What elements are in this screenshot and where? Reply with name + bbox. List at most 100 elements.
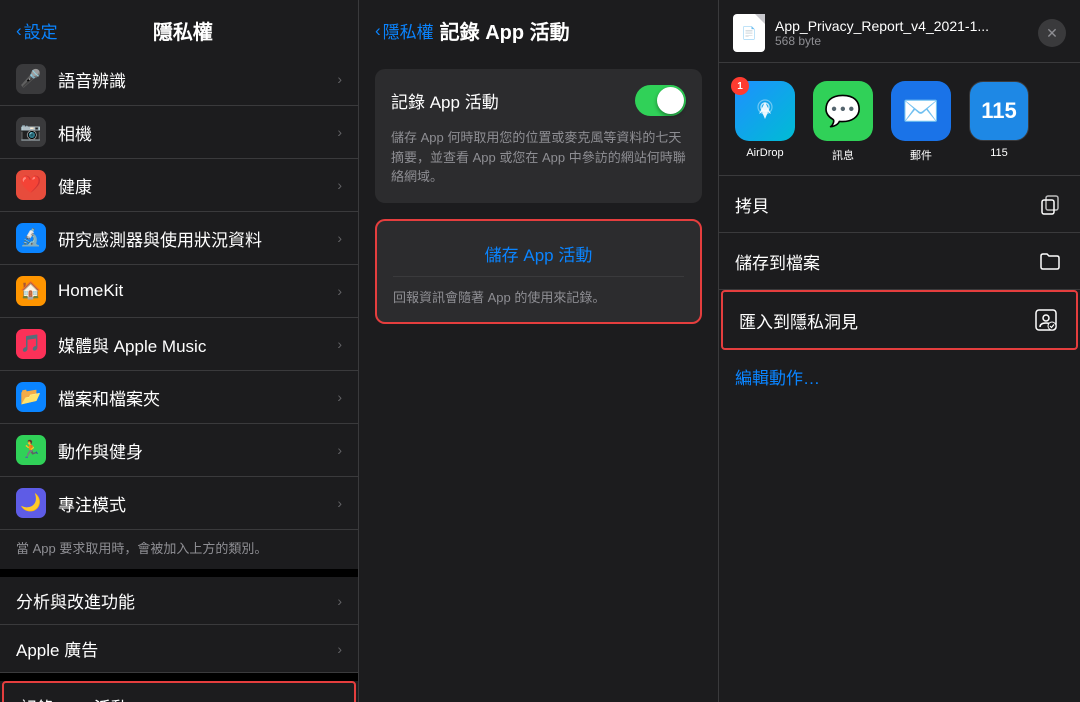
menu-item-voice[interactable]: 🎤 語音辨識 › — [0, 53, 358, 106]
edit-actions-item[interactable]: 編輯動作… — [719, 350, 1080, 403]
menu-item-focus[interactable]: 🌙 專注模式 › — [0, 477, 358, 530]
mid-content: 記錄 App 活動 儲存 App 何時取用您的位置或麥克風等資料的七天摘要，並查… — [359, 53, 718, 702]
mid-chevron-icon: ‹ — [375, 21, 381, 41]
file-name: App_Privacy_Report_v4_2021-1... — [775, 18, 1028, 34]
chevron-icon: › — [337, 593, 342, 609]
menu-item-files[interactable]: 📂 檔案和檔案夾 › — [0, 371, 358, 424]
save-btn-section: 儲存 App 活動 回報資訊會隨著 App 的使用來記錄。 — [375, 219, 702, 324]
action-copy[interactable]: 拷貝 — [719, 176, 1080, 233]
toggle-row: 記錄 App 活動 — [391, 85, 686, 116]
share-115[interactable]: 115 115 — [969, 81, 1029, 163]
media-icon: 🎵 — [16, 329, 46, 359]
left-title: 隱私權 — [64, 16, 302, 45]
menu-item-health[interactable]: ❤️ 健康 › — [0, 159, 358, 212]
menu-label-camera: 相機 — [58, 120, 337, 145]
mid-back-button[interactable]: ‹ 隱私權 — [375, 18, 434, 43]
privacy-insight-icon — [1032, 306, 1060, 334]
action-save-files[interactable]: 儲存到檔案 — [719, 233, 1080, 290]
photo115-text: 115 — [981, 98, 1017, 124]
toggle-knob — [657, 87, 684, 114]
left-menu-list: 🎤 語音辨識 › 📷 相機 › ❤️ 健康 › 🔬 研究感測器與使用狀況資料 ›… — [0, 53, 358, 702]
record-toggle[interactable] — [635, 85, 686, 116]
menu-label-focus: 專注模式 — [58, 491, 337, 516]
action-import-privacy-label: 匯入到隱私洞見 — [739, 308, 1032, 333]
camera-icon: 📷 — [16, 117, 46, 147]
section-divider-2 — [0, 673, 358, 681]
copy-icon — [1036, 190, 1064, 218]
share-mail[interactable]: ✉️ 郵件 — [891, 81, 951, 163]
action-copy-label: 拷貝 — [735, 192, 1036, 217]
left-back-label: 設定 — [24, 18, 58, 43]
action-list: 拷貝 儲存到檔案 匯入到隱私洞見 — [719, 176, 1080, 702]
file-size: 568 byte — [775, 34, 1028, 48]
menu-item-analytics[interactable]: 分析與改進功能 › — [0, 577, 358, 625]
menu-item-media[interactable]: 🎵 媒體與 Apple Music › — [0, 318, 358, 371]
toggle-description: 儲存 App 何時取用您的位置或麥克風等資料的七天摘要，並查看 App 或您在 … — [391, 128, 686, 187]
share-messages[interactable]: 💬 訊息 — [813, 81, 873, 163]
mid-back-label: 隱私權 — [383, 18, 434, 43]
badge-1: 1 — [731, 77, 749, 95]
menu-label-homekit: HomeKit — [58, 281, 337, 301]
chevron-icon: › — [337, 495, 342, 511]
menu-label-motion: 動作與健身 — [58, 438, 337, 463]
mail-label: 郵件 — [910, 147, 932, 163]
menu-label-ads: Apple 廣告 — [16, 636, 337, 661]
chevron-icon: › — [337, 283, 342, 299]
file-icon: 📄 — [733, 14, 765, 52]
health-icon: ❤️ — [16, 170, 46, 200]
menu-item-homekit[interactable]: 🏠 HomeKit › — [0, 265, 358, 318]
airdrop-icon: 1 — [735, 81, 795, 141]
menu-item-record-app[interactable]: 記錄 App 活動 › — [2, 681, 356, 702]
chevron-icon: › — [333, 699, 338, 702]
save-app-activity-button[interactable]: 儲存 App 活動 — [393, 237, 684, 277]
menu-label-media: 媒體與 Apple Music — [58, 332, 337, 357]
mid-header: ‹ 隱私權 記錄 App 活動 — [359, 0, 718, 53]
research-icon: 🔬 — [16, 223, 46, 253]
voice-icon: 🎤 — [16, 64, 46, 94]
action-import-privacy[interactable]: 匯入到隱私洞見 — [721, 290, 1078, 350]
mid-panel: ‹ 隱私權 記錄 App 活動 記錄 App 活動 儲存 App 何時取用您的位… — [358, 0, 718, 702]
chevron-icon: › — [337, 336, 342, 352]
menu-label-analytics: 分析與改進功能 — [16, 588, 337, 613]
photo115-label: 115 — [990, 147, 1008, 159]
chevron-icon: › — [337, 641, 342, 657]
messages-label: 訊息 — [832, 147, 854, 163]
chevron-icon: › — [337, 442, 342, 458]
messages-emoji: 💬 — [824, 94, 861, 129]
toggle-label: 記錄 App 活動 — [391, 88, 499, 113]
close-button[interactable]: ✕ — [1038, 19, 1066, 47]
menu-label-files: 檔案和檔案夾 — [58, 385, 337, 410]
chevron-icon: › — [337, 71, 342, 87]
chevron-icon: › — [337, 177, 342, 193]
menu-item-camera[interactable]: 📷 相機 › — [0, 106, 358, 159]
menu-item-research[interactable]: 🔬 研究感測器與使用狀況資料 › — [0, 212, 358, 265]
focus-icon: 🌙 — [16, 488, 46, 518]
file-info: App_Privacy_Report_v4_2021-1... 568 byte — [775, 18, 1028, 48]
menu-label-health: 健康 — [58, 173, 337, 198]
messages-icon: 💬 — [813, 81, 873, 141]
close-icon: ✕ — [1046, 25, 1058, 42]
share-icons-row: 1 AirDrop 💬 訊息 ✉️ 郵件 — [719, 63, 1080, 176]
photo115-icon: 115 — [969, 81, 1029, 141]
left-header: ‹ 設定 隱私權 — [0, 0, 358, 53]
chevron-icon: › — [337, 389, 342, 405]
save-note: 回報資訊會隨著 App 的使用來記錄。 — [393, 287, 684, 306]
share-airdrop[interactable]: 1 AirDrop — [735, 81, 795, 163]
menu-label-research: 研究感測器與使用狀況資料 — [58, 226, 337, 251]
airdrop-label: AirDrop — [746, 147, 783, 159]
section-note: 當 App 要求取用時，會被加入上方的類別。 — [0, 530, 358, 569]
mail-emoji: ✉️ — [902, 94, 939, 129]
action-save-files-label: 儲存到檔案 — [735, 249, 1036, 274]
motion-icon: 🏃 — [16, 435, 46, 465]
edit-actions-label: 編輯動作… — [735, 369, 820, 388]
section-divider — [0, 569, 358, 577]
menu-item-ads[interactable]: Apple 廣告 › — [0, 625, 358, 673]
chevron-icon: › — [337, 124, 342, 140]
menu-label-record-app: 記錄 App 活動 — [20, 694, 333, 702]
right-header: 📄 App_Privacy_Report_v4_2021-1... 568 by… — [719, 0, 1080, 63]
left-back-button[interactable]: ‹ 設定 — [16, 18, 58, 43]
folder-icon — [1036, 247, 1064, 275]
menu-item-motion[interactable]: 🏃 動作與健身 › — [0, 424, 358, 477]
toggle-section: 記錄 App 活動 儲存 App 何時取用您的位置或麥克風等資料的七天摘要，並查… — [375, 69, 702, 203]
left-panel: ‹ 設定 隱私權 🎤 語音辨識 › 📷 相機 › ❤️ 健康 › 🔬 研究感測器… — [0, 0, 358, 702]
